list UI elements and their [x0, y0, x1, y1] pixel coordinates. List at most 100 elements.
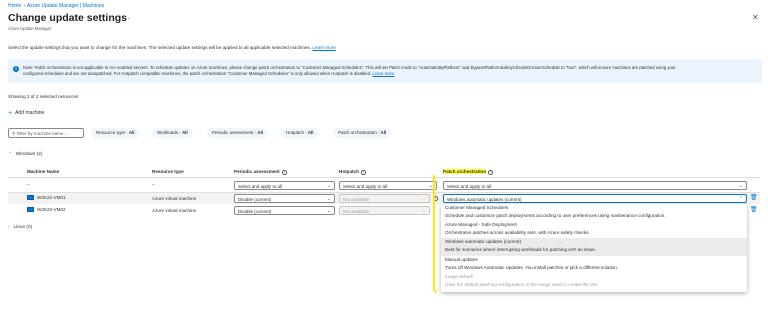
delete-icon[interactable]: 🗑 [750, 206, 758, 213]
option-manual-updates[interactable]: Manual updates Turns off Windows Automat… [441, 256, 747, 271]
chevron-down-icon: ⌄ [738, 183, 743, 189]
filter-pill-periodic-assessment[interactable]: Periodic assessment : All [207, 128, 269, 138]
note-learn-more-link[interactable]: Learn more [372, 71, 394, 76]
resource-type-cell: Azure virtual machine [152, 208, 197, 213]
dropdown-value: Not available [343, 196, 370, 202]
column-header-periodic-label: Periodic assessment [234, 169, 280, 174]
add-machine-button[interactable]: + Add machine [8, 110, 44, 117]
patch-orchestration-dropdown[interactable]: Windows automatic updates (current) ⌃ [443, 194, 747, 203]
vm-icon [27, 195, 34, 200]
chevron-right-icon: › [8, 224, 10, 229]
breadcrumb: Home › Azure Update Manager | Machines [8, 3, 104, 9]
group-windows-label: Windows (2) [15, 152, 43, 157]
option-title: Image default [445, 274, 473, 279]
pill-label: Patch orchestration : [338, 130, 381, 135]
dropdown-value: Select and apply to all [447, 183, 492, 189]
pill-label: Hotpatch : [286, 130, 308, 135]
option-desc: Schedule and customize patch deployments… [445, 212, 666, 218]
breadcrumb-machines[interactable]: Azure Update Manager | Machines [27, 3, 104, 9]
add-machine-label: Add machine [15, 110, 45, 116]
filter-pill-hotpatch[interactable]: Hotpatch : All [281, 128, 319, 138]
machine-name: W2K22-VM02 [37, 207, 66, 212]
option-azure-managed[interactable]: Azure Managed - Safe Deployment Orchestr… [441, 221, 747, 236]
chevron-down-icon: ⌄ [421, 196, 426, 202]
pill-value: All [307, 130, 314, 135]
info-banner: i Note: Patch orchestration is not appli… [8, 59, 762, 83]
dropdown-value: Windows automatic updates (current) [447, 196, 522, 202]
info-line-2: configured schedules and are not autopat… [23, 71, 758, 77]
machine-name-cell[interactable]: W2K22-VM02 [27, 207, 66, 212]
resource-type-cell: Azure virtual machine [152, 196, 197, 201]
dropdown-value: Disable (current) [238, 208, 272, 214]
option-customer-managed[interactable]: Customer Managed Schedules Schedule and … [441, 204, 747, 219]
chevron-up-icon: ⌃ [8, 151, 12, 156]
filter-pill-resource-type[interactable]: Resource type : All [91, 128, 140, 138]
breadcrumb-home[interactable]: Home [8, 3, 21, 9]
pill-value: All [128, 130, 135, 135]
group-linux[interactable]: › Linux (0) [8, 224, 32, 230]
chevron-down-icon: ⌄ [421, 208, 426, 214]
pill-value: All [181, 130, 188, 135]
machine-name: W2K22-VM01 [37, 195, 66, 200]
info-circle-icon[interactable]: i [361, 170, 366, 175]
breadcrumb-separator: › [23, 3, 26, 9]
option-title: Manual updates [445, 257, 478, 262]
pill-label: Resource type : [96, 130, 129, 135]
option-title: Customer Managed Schedules [445, 205, 509, 210]
filter-placeholder: Filter by machine name... [16, 130, 68, 136]
column-header-patch[interactable]: Patch orchestration i [443, 169, 493, 175]
machine-name-cell[interactable]: W2K22-VM01 [27, 195, 66, 200]
delete-icon[interactable]: 🗑 [750, 194, 758, 201]
chevron-down-icon: ⌄ [326, 196, 331, 202]
column-header-hotpatch[interactable]: Hotpatch i [339, 169, 366, 175]
page-description: Select the update settings that you want… [8, 45, 336, 50]
pill-value: All [257, 130, 264, 135]
bulk-patch-dropdown[interactable]: Select and apply to all ⌄ [443, 181, 747, 190]
option-title: Windows automatic updates (current) [445, 239, 522, 244]
option-windows-automatic[interactable]: Windows automatic updates (current) Best… [441, 238, 747, 256]
bulk-type: -- [152, 182, 156, 187]
filter-pill-patch-orchestration[interactable]: Patch orchestration : All [333, 128, 392, 138]
patch-orchestration-options: Customer Managed Schedules Schedule and … [441, 204, 747, 292]
header-divider [8, 177, 760, 178]
page-title: Change update settings [8, 12, 128, 24]
chevron-down-icon: ⌄ [326, 208, 331, 214]
info-circle-icon[interactable]: i [282, 170, 287, 175]
option-desc: Best for scenarios where interrupting wo… [445, 246, 597, 252]
periodic-assessment-dropdown[interactable]: Disable (current) ⌄ [234, 206, 335, 215]
vm-icon [27, 207, 34, 212]
dropdown-value: Disable (current) [238, 196, 272, 202]
filter-icon: ⚲ [12, 130, 16, 136]
option-desc: Uses the default patching configuration … [445, 281, 599, 287]
option-title: Azure Managed - Safe Deployment [445, 222, 517, 227]
dropdown-value: Select and apply to all [343, 183, 388, 189]
info-line-2-text: configured schedules and are not autopat… [23, 71, 372, 77]
highlight-annotation [433, 175, 437, 293]
column-header-type[interactable]: Resource type [152, 169, 184, 174]
info-banner-text: Note: Patch orchestration is not applica… [23, 65, 758, 78]
plus-icon: + [8, 110, 13, 117]
bulk-periodic-dropdown[interactable]: Select and apply to all ⌄ [234, 181, 335, 190]
dropdown-value: Not available [343, 208, 370, 214]
info-circle-icon[interactable]: i [488, 170, 493, 175]
periodic-assessment-dropdown[interactable]: Disable (current) ⌄ [234, 194, 335, 203]
bulk-hotpatch-dropdown[interactable]: Select and apply to all ⌄ [339, 181, 437, 190]
pill-label: Workloads : [157, 130, 182, 135]
column-header-machine[interactable]: Machine Name [27, 169, 59, 174]
chevron-up-icon: ⌃ [738, 196, 743, 202]
option-desc: Turns off Windows Automatic Updates. You… [445, 264, 619, 270]
column-header-periodic[interactable]: Periodic assessment i [234, 169, 287, 175]
column-header-patch-label: Patch orchestration [443, 169, 487, 174]
hotpatch-dropdown: Not available ⌄ [339, 206, 430, 215]
filter-pill-workloads[interactable]: Workloads : All [152, 128, 193, 138]
more-options-icon[interactable]: ··· [122, 14, 130, 23]
showing-count: Showing 2 of 2 selected resources [8, 94, 79, 99]
option-image-default: Image default Uses the default patching … [441, 273, 747, 288]
group-windows[interactable]: ⌃ Windows (2) [8, 151, 42, 157]
group-linux-label: Linux (0) [13, 225, 33, 230]
close-icon[interactable]: ✕ [752, 14, 759, 22]
bulk-machine: -- [27, 182, 31, 187]
learn-more-link[interactable]: Learn more [312, 45, 336, 50]
hotpatch-dropdown: Not available ⌄ [339, 194, 430, 203]
filter-machine-input[interactable]: ⚲ Filter by machine name... [8, 128, 84, 138]
